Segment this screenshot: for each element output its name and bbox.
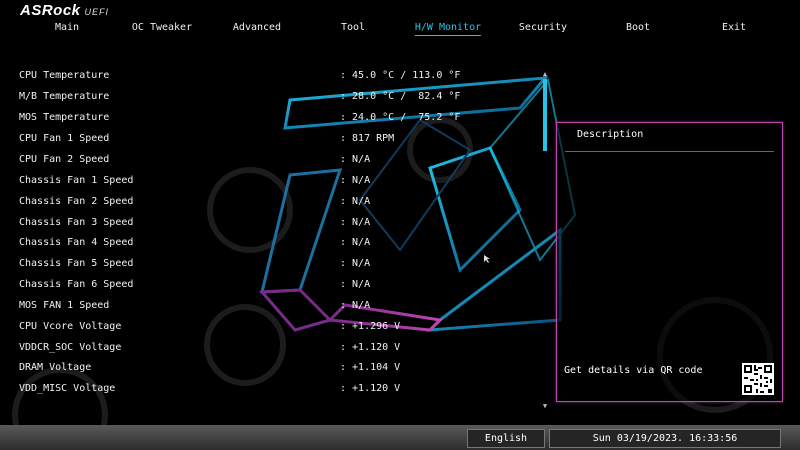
qr-text: Get details via QR code: [564, 365, 703, 376]
row-label: CPU Temperature: [19, 70, 110, 81]
row-value: : 817 RPM: [340, 133, 395, 144]
row-value: : +1.120 V: [340, 383, 401, 394]
row-value: : 28.0 °C / 82.4 °F: [340, 91, 461, 102]
qr-code-icon: [742, 363, 774, 395]
row-label: VDD_MISC Voltage: [19, 383, 116, 394]
row-label: Chassis Fan 4 Speed: [19, 237, 134, 248]
mouse-cursor-icon: [484, 255, 490, 263]
row-value: : +1.104 V: [340, 362, 401, 373]
tab-exit[interactable]: Exit: [722, 22, 746, 35]
row-label: Chassis Fan 3 Speed: [19, 217, 134, 228]
row-value: : 24.0 °C / 75.2 °F: [340, 112, 461, 123]
description-panel: Description Get details via QR code: [556, 122, 783, 402]
description-title: Description: [577, 129, 644, 140]
row-chassis-fan-2-speed[interactable]: Chassis Fan 2 Speed : N/A: [0, 196, 540, 214]
row-cpu-fan-2-speed[interactable]: CPU Fan 2 Speed : N/A: [0, 154, 540, 172]
scroll-up-icon[interactable]: ▲: [541, 70, 549, 78]
row-label: Chassis Fan 5 Speed: [19, 258, 134, 269]
row-cpu-vcore-voltage[interactable]: CPU Vcore Voltage : +1.296 V: [0, 321, 540, 339]
description-divider: [565, 151, 774, 152]
scrollbar-thumb[interactable]: [543, 79, 547, 151]
row-vdd-misc-voltage[interactable]: VDD_MISC Voltage : +1.120 V: [0, 383, 540, 401]
row-cpu-fan-1-speed[interactable]: CPU Fan 1 Speed : 817 RPM: [0, 133, 540, 151]
monitor-list: CPU Temperature : 45.0 °C / 113.0 °F M/B…: [0, 0, 540, 410]
row-label: Chassis Fan 1 Speed: [19, 175, 134, 186]
row-chassis-fan-3-speed[interactable]: Chassis Fan 3 Speed : N/A: [0, 217, 540, 235]
row-chassis-fan-6-speed[interactable]: Chassis Fan 6 Speed : N/A: [0, 279, 540, 297]
tab-boot[interactable]: Boot: [626, 22, 650, 35]
row-value: : N/A: [340, 300, 371, 311]
row-value: : N/A: [340, 196, 371, 207]
row-label: CPU Fan 1 Speed: [19, 133, 110, 144]
row-chassis-fan-5-speed[interactable]: Chassis Fan 5 Speed : N/A: [0, 258, 540, 276]
row-value: : N/A: [340, 258, 371, 269]
row-label: DRAM Voltage: [19, 362, 92, 373]
row-label: VDDCR_SOC Voltage: [19, 342, 122, 353]
row-mos-fan-1-speed[interactable]: MOS FAN 1 Speed : N/A: [0, 300, 540, 318]
row-cpu-temperature[interactable]: CPU Temperature : 45.0 °C / 113.0 °F: [0, 70, 540, 88]
row-value: : +1.120 V: [340, 342, 401, 353]
row-value: : N/A: [340, 217, 371, 228]
row-chassis-fan-4-speed[interactable]: Chassis Fan 4 Speed : N/A: [0, 237, 540, 255]
row-value: : +1.296 V: [340, 321, 401, 332]
row-chassis-fan-1-speed[interactable]: Chassis Fan 1 Speed : N/A: [0, 175, 540, 193]
language-button[interactable]: English: [467, 429, 545, 448]
row-value: : N/A: [340, 237, 371, 248]
row-label: MOS FAN 1 Speed: [19, 300, 110, 311]
list-scrollbar[interactable]: ▲ ▼: [541, 70, 549, 410]
row-label: M/B Temperature: [19, 91, 110, 102]
row-label: Chassis Fan 2 Speed: [19, 196, 134, 207]
row-value: : N/A: [340, 154, 371, 165]
status-bar: English Sun 03/19/2023. 16:33:56: [0, 425, 800, 450]
row-vddcr-soc-voltage[interactable]: VDDCR_SOC Voltage : +1.120 V: [0, 342, 540, 360]
scroll-down-icon[interactable]: ▼: [541, 402, 549, 410]
row-value: : 45.0 °C / 113.0 °F: [340, 70, 461, 81]
row-label: CPU Vcore Voltage: [19, 321, 122, 332]
row-label: MOS Temperature: [19, 112, 110, 123]
row-value: : N/A: [340, 175, 371, 186]
row-mos-temperature[interactable]: MOS Temperature : 24.0 °C / 75.2 °F: [0, 112, 540, 130]
row-mb-temperature[interactable]: M/B Temperature : 28.0 °C / 82.4 °F: [0, 91, 540, 109]
datetime-display: Sun 03/19/2023. 16:33:56: [549, 429, 781, 448]
row-label: CPU Fan 2 Speed: [19, 154, 110, 165]
row-dram-voltage[interactable]: DRAM Voltage : +1.104 V: [0, 362, 540, 380]
row-value: : N/A: [340, 279, 371, 290]
row-label: Chassis Fan 6 Speed: [19, 279, 134, 290]
